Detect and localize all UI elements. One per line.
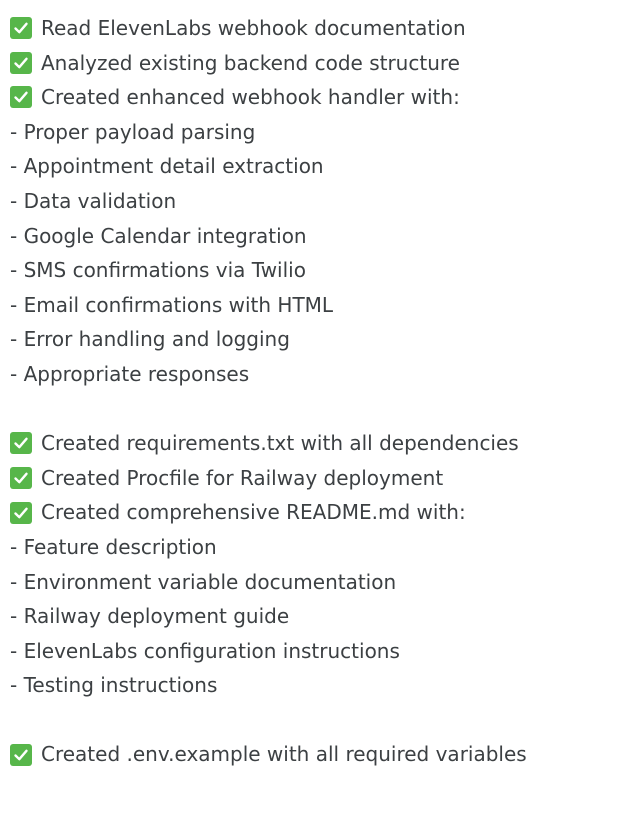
list-item: - Feature description [10, 534, 217, 559]
check-item: Created comprehensive README.md with: [10, 495, 637, 530]
check-item-text: Created Procfile for Railway deployment [41, 465, 444, 490]
list-item: - ElevenLabs configuration instructions [10, 638, 400, 663]
list-item: - Error handling and logging [10, 327, 290, 352]
check-item-text: Created comprehensive README.md with: [41, 500, 466, 525]
list-item: - Data validation [10, 188, 177, 213]
list-item: - Email confirmations with HTML [10, 292, 334, 317]
list-item: - Google Calendar integration [10, 223, 307, 248]
check-mark-icon [10, 86, 32, 109]
check-item-text: Created enhanced webhook handler with: [41, 85, 460, 110]
progress-document: Read ElevenLabs webhook documentation An… [0, 0, 637, 772]
check-item-text: Analyzed existing backend code structure [41, 50, 460, 75]
check-item: Created enhanced webhook handler with: [10, 80, 637, 115]
check-item: Created Procfile for Railway deployment [10, 461, 637, 496]
check-mark-icon [10, 467, 32, 490]
list-item: - Appointment detail extraction [10, 154, 324, 179]
list-item: - Railway deployment guide [10, 604, 290, 629]
check-mark-icon [10, 51, 32, 74]
check-item-text: Created .env.example with all required v… [41, 742, 527, 767]
check-mark-icon [10, 743, 32, 766]
check-mark-icon [10, 501, 32, 524]
list-item: - Testing instructions [10, 673, 218, 698]
check-mark-icon [10, 432, 32, 455]
check-item: Read ElevenLabs webhook documentation [10, 11, 637, 46]
list-item: - Appropriate responses [10, 361, 250, 386]
check-item: Analyzed existing backend code structure [10, 46, 637, 81]
check-item-text: Read ElevenLabs webhook documentation [41, 16, 466, 40]
check-item-text: Created requirements.txt with all depend… [41, 431, 519, 456]
list-item: - SMS confirmations via Twilio [10, 258, 306, 283]
list-item: - Environment variable documentation [10, 569, 397, 594]
list-item: - Proper payload parsing [10, 119, 256, 144]
check-item: Created requirements.txt with all depend… [10, 426, 637, 461]
check-item: Created .env.example with all required v… [10, 737, 637, 772]
check-mark-icon [10, 17, 32, 40]
